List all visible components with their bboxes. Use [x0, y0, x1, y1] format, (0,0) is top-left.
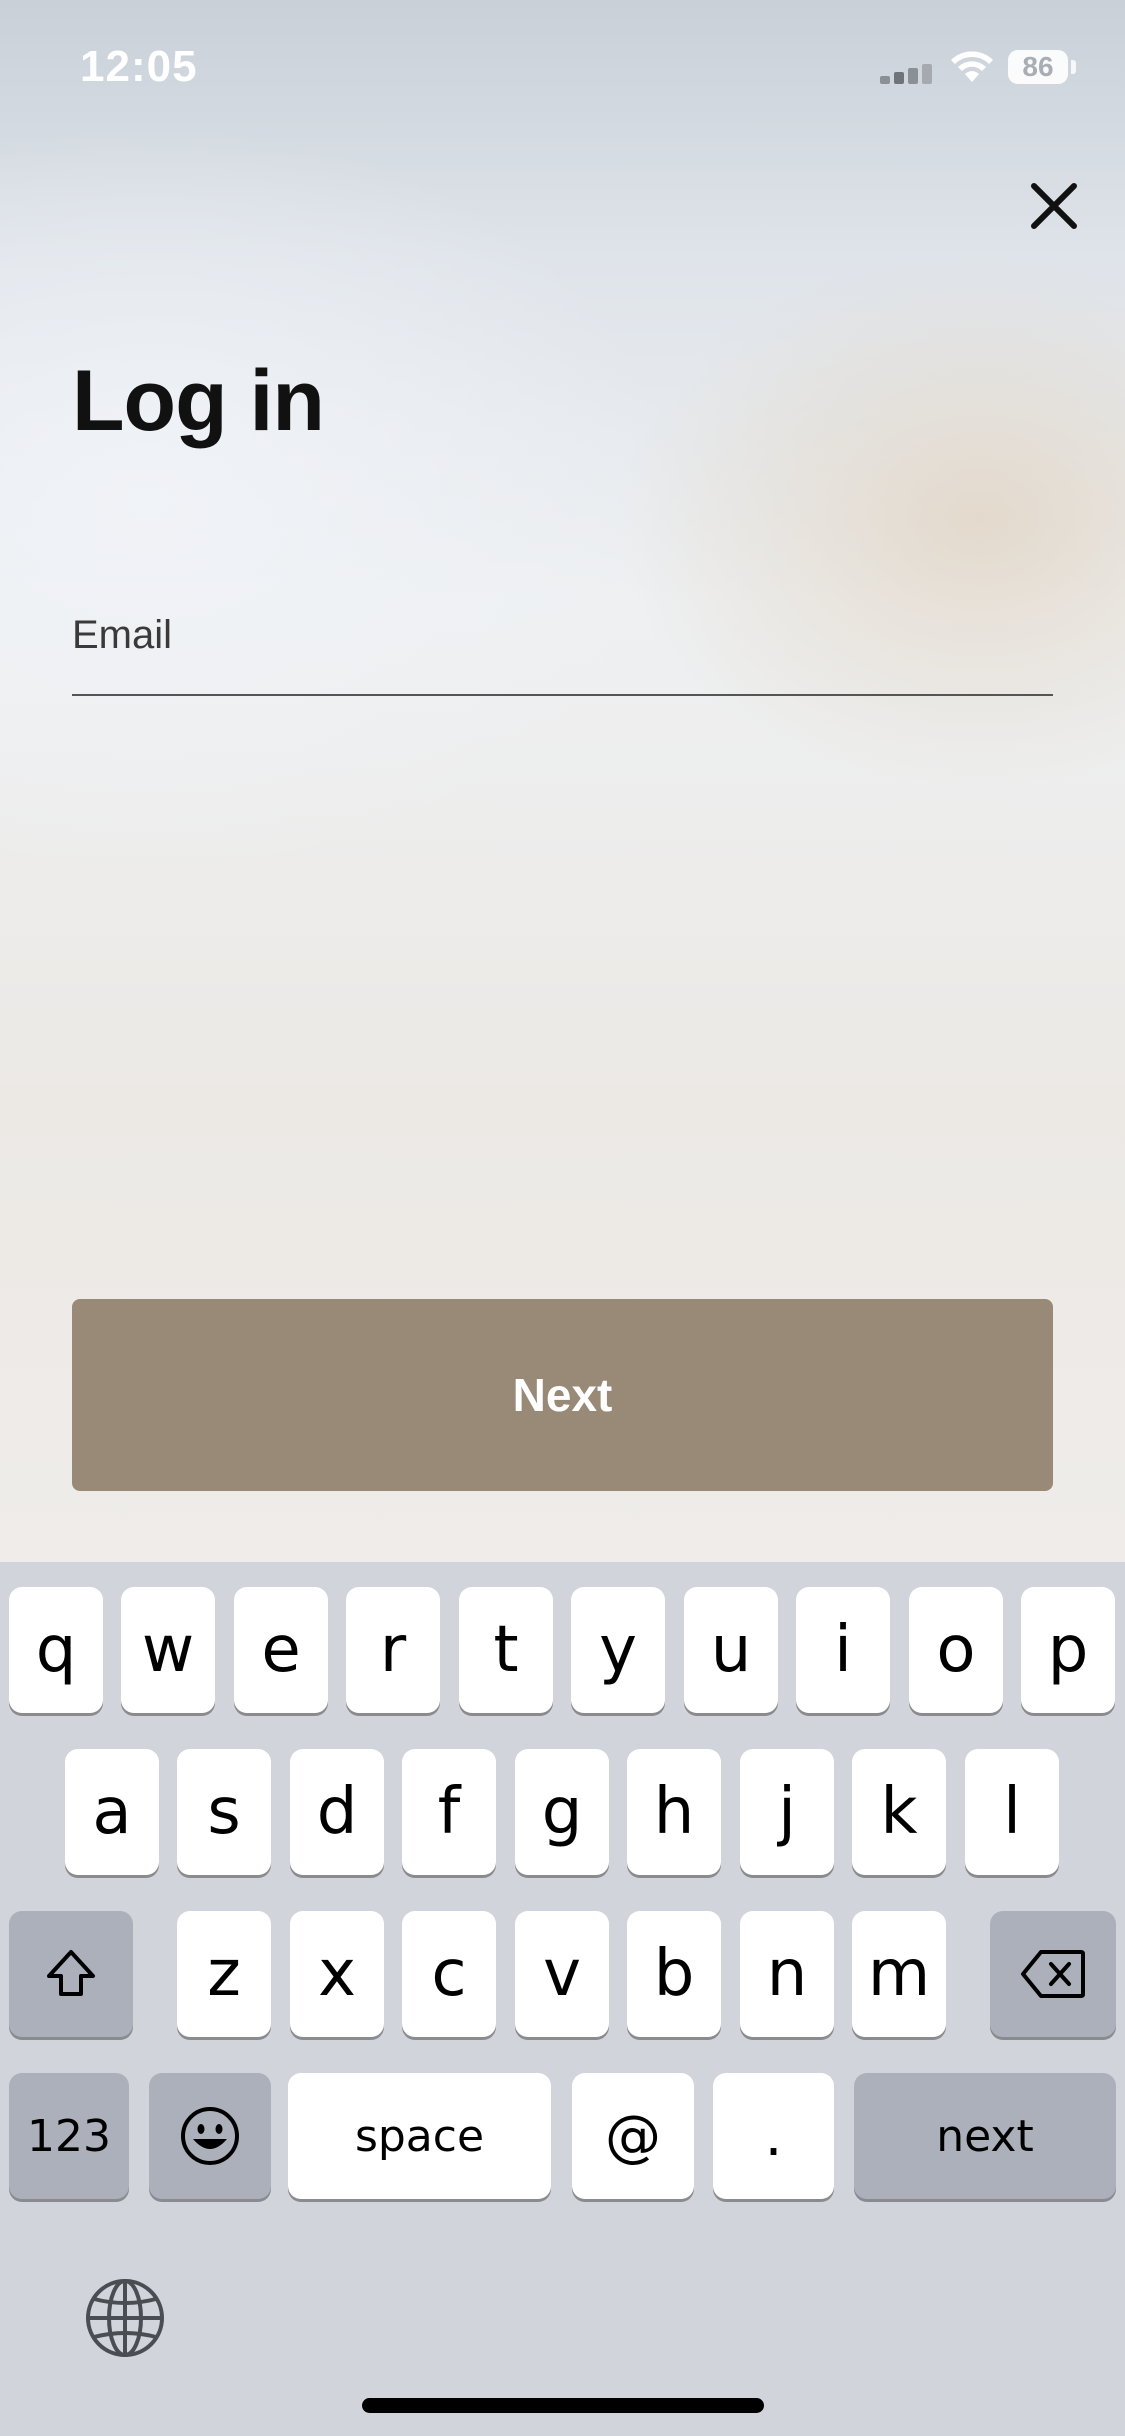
key-u[interactable]: u — [684, 1587, 778, 1713]
globe-icon[interactable] — [84, 2277, 166, 2359]
delete-icon — [1021, 1950, 1085, 1998]
next-button[interactable]: Next — [72, 1299, 1053, 1491]
key-q[interactable]: q — [9, 1587, 103, 1713]
numbers-key[interactable]: 123 — [9, 2073, 129, 2199]
emoji-key[interactable] — [149, 2073, 271, 2199]
wifi-icon — [951, 51, 993, 82]
key-p[interactable]: p — [1021, 1587, 1115, 1713]
key-b[interactable]: b — [627, 1911, 721, 2037]
return-key[interactable]: next — [854, 2073, 1116, 2199]
shift-icon — [47, 1950, 95, 1996]
key-t[interactable]: t — [459, 1587, 553, 1713]
key-m[interactable]: m — [852, 1911, 946, 2037]
dot-key[interactable]: . — [713, 2073, 834, 2199]
key-o[interactable]: o — [909, 1587, 1003, 1713]
key-i[interactable]: i — [796, 1587, 890, 1713]
delete-key[interactable] — [990, 1911, 1116, 2037]
email-field[interactable] — [72, 600, 1053, 696]
key-z[interactable]: z — [177, 1911, 271, 2037]
key-x[interactable]: x — [290, 1911, 384, 2037]
battery-indicator: 86 — [1008, 50, 1068, 84]
key-w[interactable]: w — [121, 1587, 215, 1713]
key-n[interactable]: n — [740, 1911, 834, 2037]
home-indicator — [362, 2398, 764, 2413]
key-h[interactable]: h — [627, 1749, 721, 1875]
key-y[interactable]: y — [571, 1587, 665, 1713]
key-v[interactable]: v — [515, 1911, 609, 2037]
emoji-icon — [181, 2107, 239, 2165]
shift-key[interactable] — [9, 1911, 133, 2037]
at-key[interactable]: @ — [572, 2073, 694, 2199]
key-e[interactable]: e — [234, 1587, 328, 1713]
key-d[interactable]: d — [290, 1749, 384, 1875]
key-l[interactable]: l — [965, 1749, 1059, 1875]
keyboard: q w e r t y u i o p a s d f g h j k l z … — [0, 1562, 1125, 2436]
email-input[interactable] — [72, 600, 1053, 670]
key-c[interactable]: c — [402, 1911, 496, 2037]
page-title: Log in — [72, 353, 325, 449]
cellular-signal-icon — [880, 64, 936, 84]
key-k[interactable]: k — [852, 1749, 946, 1875]
login-screen: 12:05 86 Log in Next q w e r t y u i o p… — [0, 0, 1125, 2436]
key-f[interactable]: f — [402, 1749, 496, 1875]
key-s[interactable]: s — [177, 1749, 271, 1875]
close-icon[interactable] — [1022, 174, 1086, 238]
key-j[interactable]: j — [740, 1749, 834, 1875]
battery-tip — [1071, 60, 1076, 74]
key-a[interactable]: a — [65, 1749, 159, 1875]
key-g[interactable]: g — [515, 1749, 609, 1875]
status-time: 12:05 — [80, 42, 198, 91]
space-key[interactable]: space — [288, 2073, 551, 2199]
key-r[interactable]: r — [346, 1587, 440, 1713]
